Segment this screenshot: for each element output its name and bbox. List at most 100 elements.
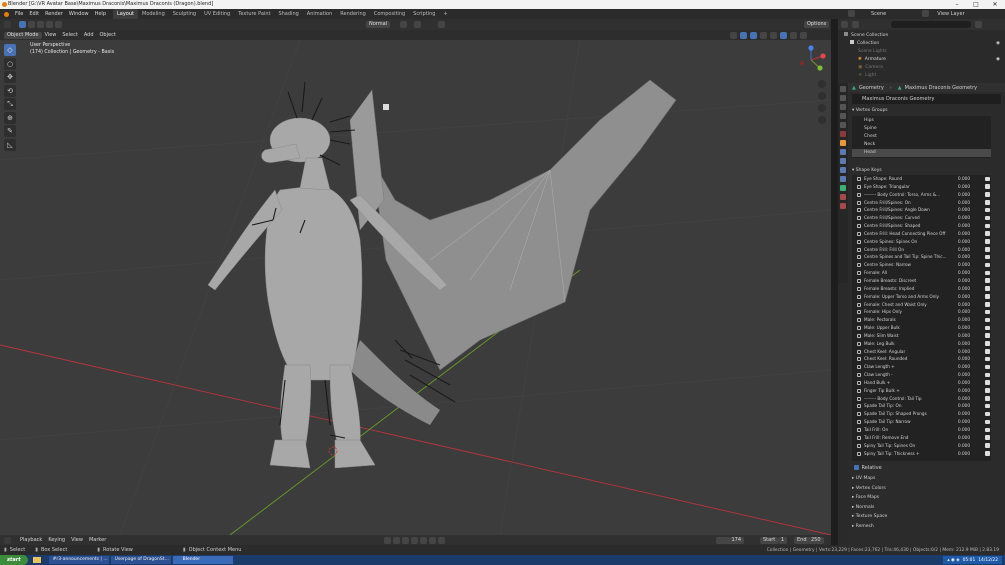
- tab-layout[interactable]: Layout: [113, 9, 138, 19]
- gizmo-icon[interactable]: [740, 31, 747, 39]
- select-box-icon[interactable]: [19, 21, 26, 28]
- shape-key-value[interactable]: 0.000: [958, 379, 970, 387]
- shape-key-value[interactable]: 0.000: [958, 301, 970, 309]
- taskbar-item-browser[interactable]: Userpage of DragonSt...: [110, 556, 171, 564]
- timeline-marker-menu[interactable]: Marker: [86, 535, 109, 545]
- shape-key-mute-checkbox[interactable]: [985, 419, 990, 425]
- shape-key-row[interactable]: Claw Length - 0.000: [852, 371, 991, 379]
- shape-key-mute-checkbox[interactable]: [985, 254, 990, 260]
- shape-key-mute-checkbox[interactable]: [985, 176, 990, 181]
- tab-scripting[interactable]: Scripting: [409, 9, 439, 19]
- shape-key-mute-checkbox[interactable]: [985, 215, 990, 221]
- shape-key-mute-checkbox[interactable]: [985, 262, 990, 268]
- shape-key-value[interactable]: 0.000: [958, 371, 970, 379]
- scene-name[interactable]: Scene: [871, 11, 886, 17]
- measure-tool-icon[interactable]: ◺: [4, 138, 16, 151]
- shape-key-row[interactable]: Centre Frill/Spines: Angle Down 0.000: [852, 206, 991, 214]
- visibility-icon[interactable]: [730, 31, 737, 39]
- mode-extend-icon[interactable]: [37, 21, 44, 28]
- menu-file[interactable]: File: [12, 9, 26, 19]
- shape-key-row[interactable]: Centre Spines: Spines On 0.000: [852, 238, 991, 246]
- list-item[interactable]: Chest: [852, 133, 991, 141]
- shape-key-value[interactable]: 0.000: [958, 418, 970, 426]
- shape-key-mute-checkbox[interactable]: [985, 411, 990, 417]
- shape-key-mute-checkbox[interactable]: [985, 403, 990, 409]
- rotate-tool-icon[interactable]: ⟲: [4, 84, 16, 97]
- mode-new-icon[interactable]: [28, 21, 35, 28]
- annotate-tool-icon[interactable]: ✎: [4, 125, 16, 137]
- scale-tool-icon[interactable]: ⤡: [4, 98, 16, 110]
- shape-key-value[interactable]: 0.000: [958, 246, 970, 254]
- shape-key-value[interactable]: 0.000: [958, 363, 970, 371]
- shape-key-value[interactable]: 0.000: [958, 199, 970, 207]
- shape-key-row[interactable]: Eye Shape: Round 0.000: [852, 175, 991, 183]
- tab-modeling[interactable]: Modeling: [138, 9, 169, 19]
- tab-rendering[interactable]: Rendering: [336, 9, 370, 19]
- mesh-data-tab-icon[interactable]: [840, 185, 846, 191]
- tab-shading[interactable]: Shading: [274, 9, 302, 19]
- shape-key-row[interactable]: Finger Tip Bulk + 0.000: [852, 387, 991, 395]
- relative-toggle[interactable]: Relative: [848, 463, 1005, 472]
- shape-key-mute-checkbox[interactable]: [985, 309, 990, 315]
- select-tool-icon[interactable]: ◇: [4, 44, 16, 56]
- move-tool-icon[interactable]: ✥: [4, 71, 16, 83]
- shape-key-row[interactable]: Spade Tail Tip: On 0.000: [852, 402, 991, 410]
- minimize-button[interactable]: –: [950, 0, 964, 9]
- start-button[interactable]: start: [0, 555, 28, 565]
- snap-icon[interactable]: [414, 21, 421, 28]
- shape-key-row[interactable]: Tail Frill: On 0.000: [852, 426, 991, 434]
- shape-key-value[interactable]: 0.000: [958, 285, 970, 293]
- shape-key-value[interactable]: 0.000: [958, 450, 970, 458]
- shape-key-mute-checkbox[interactable]: [985, 286, 990, 291]
- blender-menu-icon[interactable]: [4, 11, 9, 17]
- shape-key-mute-checkbox[interactable]: [985, 325, 990, 331]
- view-layer-icon[interactable]: [922, 10, 930, 17]
- shape-key-row[interactable]: Male: Slim Waist 0.000: [852, 332, 991, 340]
- shape-key-row[interactable]: Male: Pectorals 0.000: [852, 316, 991, 324]
- shape-key-mute-checkbox[interactable]: [985, 396, 990, 401]
- ortho-toggle-icon[interactable]: [818, 116, 826, 124]
- shape-key-value[interactable]: 0.000: [958, 214, 970, 222]
- shape-key-mute-checkbox[interactable]: [985, 380, 990, 385]
- maximize-button[interactable]: □: [969, 0, 983, 9]
- shape-keys-panel-header[interactable]: ▾ Shape Keys: [848, 166, 1005, 176]
- shape-key-mute-checkbox[interactable]: [985, 388, 990, 393]
- material-shading-icon[interactable]: [790, 31, 797, 39]
- pan-icon[interactable]: [818, 92, 826, 100]
- shape-key-row[interactable]: Female: Upper Torso and Arms Only 0.000: [852, 293, 991, 301]
- shape-key-mute-checkbox[interactable]: [985, 341, 990, 346]
- shape-key-row[interactable]: Chest Keel: Rounded 0.000: [852, 355, 991, 363]
- shape-key-value[interactable]: 0.000: [958, 230, 970, 238]
- display-mode-icon[interactable]: [852, 21, 859, 28]
- menu-window[interactable]: Window: [66, 9, 92, 19]
- jump-start-icon[interactable]: [393, 536, 400, 544]
- panel-uv-maps[interactable]: ▸ UV Maps: [848, 474, 1005, 484]
- texture-tab-icon[interactable]: [840, 203, 846, 209]
- tray-icons[interactable]: ▴ ◉ ◈: [947, 558, 959, 563]
- modifier-tab-icon[interactable]: [840, 149, 846, 155]
- shape-key-row[interactable]: Centre Frill/Spines: Shaped 0.000: [852, 222, 991, 230]
- outliner-row-scene-collection[interactable]: Scene Collection: [838, 32, 1005, 40]
- scene-tab-icon[interactable]: [840, 122, 846, 128]
- shape-key-mute-checkbox[interactable]: [985, 278, 990, 283]
- prev-key-icon[interactable]: [402, 536, 409, 544]
- shape-key-mute-checkbox[interactable]: [985, 427, 990, 432]
- menu-help[interactable]: Help: [92, 9, 109, 19]
- panel-texture-space[interactable]: ▸ Texture Space: [848, 512, 1005, 522]
- shape-key-mute-checkbox[interactable]: [985, 231, 990, 236]
- vertex-groups-panel-header[interactable]: ▾ Vertex Groups: [848, 106, 1005, 116]
- tab-animation[interactable]: Animation: [303, 9, 337, 19]
- object-mode-dropdown[interactable]: Object Mode: [4, 31, 42, 39]
- shape-key-mute-checkbox[interactable]: [985, 451, 990, 456]
- xray-icon[interactable]: [760, 31, 767, 39]
- view-layer-name[interactable]: View Layer: [937, 11, 964, 17]
- taskbar-item-discord[interactable]: #r3-announcements | ...: [48, 556, 109, 564]
- shape-key-row[interactable]: Centre Frill: Frill On 0.000: [852, 246, 991, 254]
- shape-key-mute-checkbox[interactable]: [985, 356, 990, 362]
- jump-end-icon[interactable]: [438, 536, 445, 544]
- shape-key-mute-checkbox[interactable]: [985, 184, 990, 189]
- timeline-keying-menu[interactable]: Keying: [45, 535, 68, 545]
- shape-key-row[interactable]: Spade Tail Tip: Narrow 0.000: [852, 418, 991, 426]
- shape-key-value[interactable]: 0.000: [958, 340, 970, 348]
- shape-key-row[interactable]: Spiny Tail Tip: Thickness + 0.000: [852, 450, 991, 458]
